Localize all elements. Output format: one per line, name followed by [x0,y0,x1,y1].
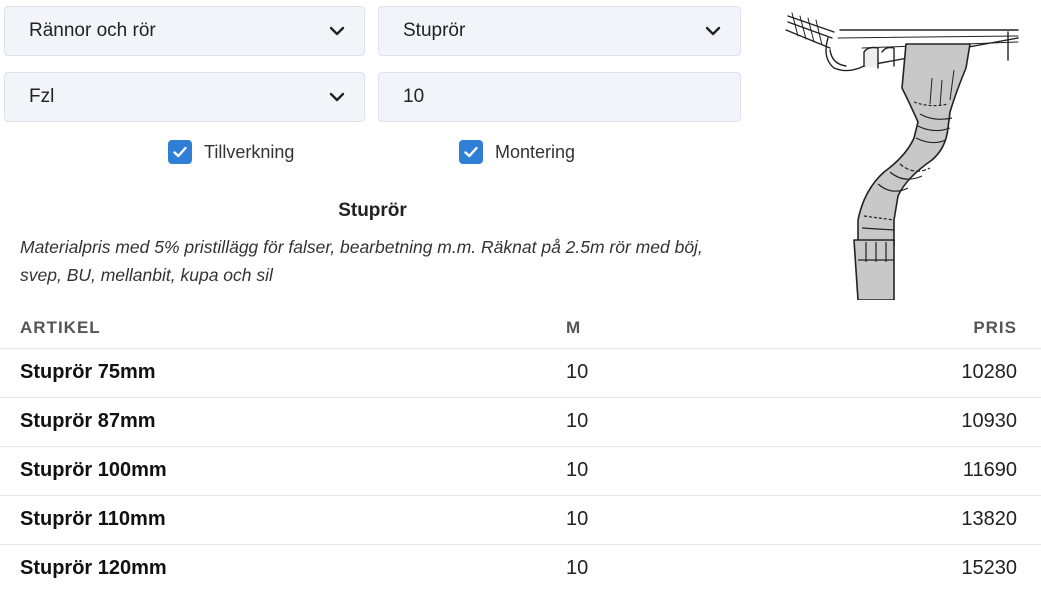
column-header-pris: PRIS [866,308,1041,349]
tillverkning-label: Tillverkning [204,141,295,162]
row-pris: 10280 [866,348,1041,398]
table-header-row: ARTIKEL M PRIS [0,308,1041,349]
length-input[interactable]: 10 [378,72,741,122]
montering-label: Montering [495,141,576,162]
column-header-artikel: ARTIKEL [0,308,566,349]
section-title: Stuprör [338,200,407,221]
montering-checkbox[interactable]: Montering [459,140,575,164]
table-row: Stuprör 75mm 10 10280 [0,348,1041,398]
chevron-down-icon [329,92,345,102]
table-row: Stuprör 110mm 10 13820 [0,495,1041,545]
price-table: ARTIKEL M PRIS Stuprör 75mm 10 10280 Stu… [0,308,1041,592]
tillverkning-checkbox[interactable]: Tillverkning [168,140,294,164]
category-select-value: Rännor och rör [29,20,156,41]
check-icon[interactable] [168,140,192,164]
row-artikel: Stuprör 100mm [0,446,566,496]
material-select-value: Fzl [29,86,55,107]
row-artikel: Stuprör 75mm [0,348,566,398]
table-row: Stuprör 120mm 10 15230 [0,544,1041,592]
row-m: 10 [566,557,589,580]
material-select[interactable]: Fzl [4,72,365,122]
chevron-down-icon [705,26,721,36]
table-row: Stuprör 100mm 10 11690 [0,446,1041,496]
length-input-value: 10 [403,86,425,107]
row-m: 10 [566,446,866,496]
row-pris: 13820 [866,495,1041,545]
row-m: 10 [566,495,866,545]
row-pris: 10930 [866,397,1041,447]
table-row: Stuprör 87mm 10 10930 [0,397,1041,447]
row-m: 10 [566,348,866,398]
row-artikel: Stuprör 120mm [20,557,167,580]
row-artikel: Stuprör 87mm [0,397,566,447]
check-icon[interactable] [459,140,483,164]
row-pris: 15230 [961,557,1017,580]
row-pris: 11690 [866,446,1041,496]
downpipe-illustration [785,12,1019,300]
chevron-down-icon [329,26,345,36]
section-description: Materialpris med 5% pristillägg för fals… [20,237,703,285]
product-select-value: Stuprör [403,20,466,41]
row-m: 10 [566,397,866,447]
column-header-m: M [566,308,866,349]
product-select[interactable]: Stuprör [378,6,741,56]
category-select[interactable]: Rännor och rör [4,6,365,56]
row-artikel: Stuprör 110mm [0,495,566,545]
